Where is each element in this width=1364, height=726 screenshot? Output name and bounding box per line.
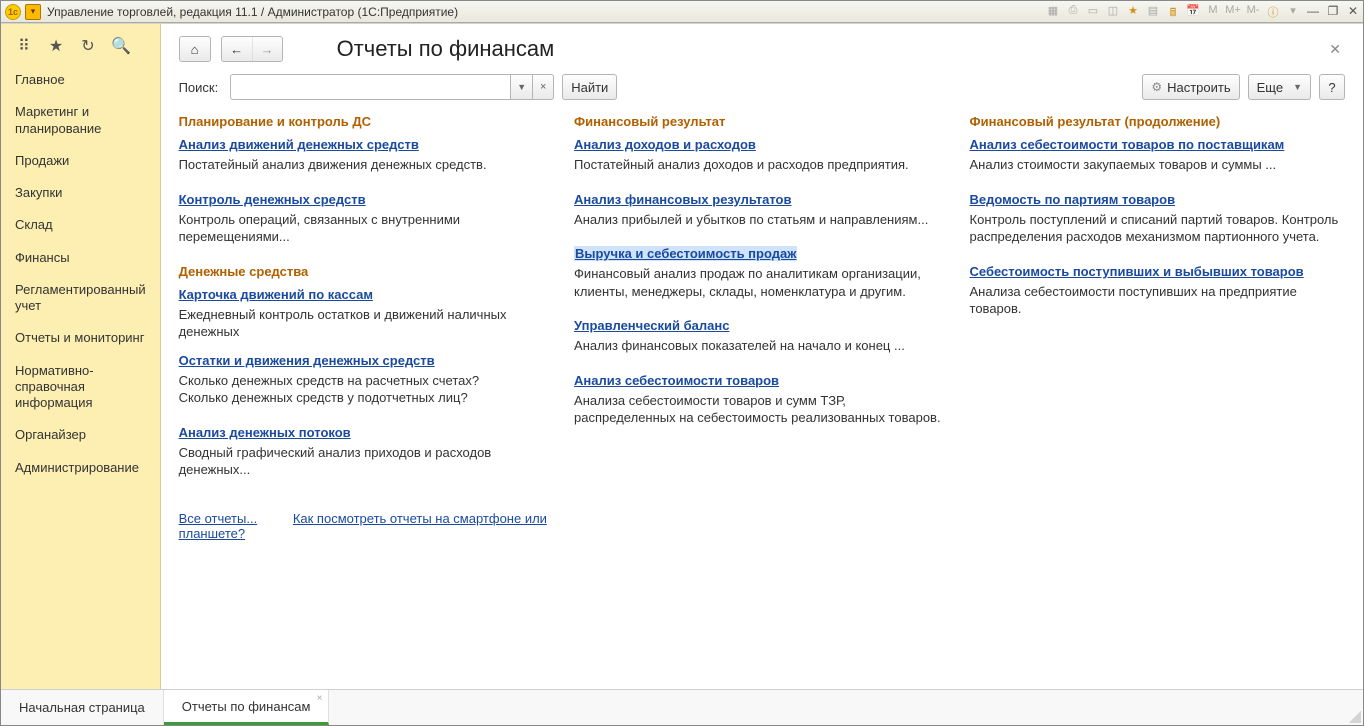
chevron-down-icon: ▼ [1293, 82, 1302, 92]
calc-icon[interactable]: 🖩 [1164, 4, 1182, 20]
app-menu-dropdown[interactable]: ▾ [25, 4, 41, 20]
sidebar-item-admin[interactable]: Администрирование [1, 452, 160, 484]
section-title: Денежные средства [179, 264, 554, 279]
maximize-button[interactable]: ❐ [1323, 4, 1343, 20]
report-link[interactable]: Анализ финансовых результатов [574, 192, 791, 207]
column-3: Финансовый результат (продолжение) Анали… [970, 112, 1345, 336]
section-title: Планирование и контроль ДС [179, 114, 554, 129]
m-icon[interactable]: M [1204, 4, 1222, 20]
sidebar-item-organizer[interactable]: Органайзер [1, 419, 160, 451]
tab-close-icon[interactable]: × [317, 693, 323, 704]
sidebar: ⠿ ★ ↻ 🔍 Главное Маркетинг и планирование… [1, 24, 161, 689]
tab-bar: Начальная страница Отчеты по финансам × [1, 689, 1363, 725]
sidebar-item-warehouse[interactable]: Склад [1, 209, 160, 241]
report-link[interactable]: Карточка движений по кассам [179, 287, 373, 302]
m-plus-icon[interactable]: M+ [1224, 4, 1242, 20]
favorites-icon[interactable]: ★ [47, 36, 65, 54]
report-desc: Ежедневный контроль остатков и движений … [179, 306, 554, 341]
tool-icon-print[interactable]: ⎙ [1064, 4, 1082, 20]
report-desc: Сколько денежных средств на расчетных сч… [179, 372, 554, 407]
report-link[interactable]: Контроль денежных средств [179, 192, 366, 207]
search-combo: ▼ × [230, 74, 554, 100]
search-icon[interactable]: 🔍 [111, 36, 129, 54]
app-icon: 1c [5, 4, 21, 20]
report-desc: Анализ прибылей и убытков по статьям и н… [574, 211, 949, 229]
sidebar-item-main[interactable]: Главное [1, 64, 160, 96]
sidebar-item-reference[interactable]: Нормативно-справочная информация [1, 355, 160, 420]
report-link[interactable]: Остатки и движения денежных средств [179, 353, 435, 368]
configure-label: Настроить [1167, 80, 1231, 95]
tab-start[interactable]: Начальная страница [1, 690, 164, 725]
all-reports-link[interactable]: Все отчеты... [179, 511, 258, 526]
section-title: Финансовый результат (продолжение) [970, 114, 1345, 129]
report-desc: Постатейный анализ доходов и расходов пр… [574, 156, 949, 174]
help-button[interactable]: ? [1319, 74, 1345, 100]
report-link[interactable]: Себестоимость поступивших и выбывших тов… [970, 264, 1304, 279]
panel-close-button[interactable]: ✕ [1325, 37, 1345, 62]
history-icon[interactable]: ↻ [79, 36, 97, 54]
titlebar: 1c ▾ Управление торговлей, редакция 11.1… [1, 1, 1363, 23]
search-dropdown-button[interactable]: ▼ [510, 74, 532, 100]
home-button[interactable]: ⌂ [179, 36, 211, 62]
column-1: Планирование и контроль ДС Анализ движен… [179, 112, 554, 541]
report-link[interactable]: Управленческий баланс [574, 318, 729, 333]
search-input[interactable] [230, 74, 510, 100]
main-panel: ⌂ ← → Отчеты по финансам ✕ Поиск: ▼ × На… [161, 24, 1363, 689]
tab-label: Отчеты по финансам [182, 699, 311, 714]
info-icon[interactable]: ⓘ [1264, 4, 1282, 20]
back-button[interactable]: ← [222, 37, 252, 61]
report-desc: Контроль операций, связанных с внутренни… [179, 211, 554, 246]
report-link[interactable]: Анализ себестоимости товаров по поставщи… [970, 137, 1285, 152]
info-dd-icon[interactable]: ▾ [1284, 4, 1302, 20]
nav-group: ← → [221, 36, 283, 62]
report-desc: Анализ финансовых показателей на начало … [574, 337, 949, 355]
more-button[interactable]: Еще ▼ [1248, 74, 1311, 100]
report-link-highlighted[interactable]: Выручка и себестоимость продаж [574, 246, 797, 261]
star-icon[interactable]: ★ [1124, 4, 1142, 20]
configure-button[interactable]: ⚙ Настроить [1142, 74, 1239, 100]
tab-finance-reports[interactable]: Отчеты по финансам × [164, 690, 330, 725]
forward-button[interactable]: → [252, 37, 282, 61]
sidebar-item-marketing[interactable]: Маркетинг и планирование [1, 96, 160, 145]
apps-icon[interactable]: ⠿ [15, 36, 33, 54]
section-title: Финансовый результат [574, 114, 949, 129]
search-label: Поиск: [179, 80, 219, 95]
sidebar-item-sales[interactable]: Продажи [1, 145, 160, 177]
report-desc: Финансовый анализ продаж по аналитикам о… [574, 265, 949, 300]
sidebar-item-regulated[interactable]: Регламентированный учет [1, 274, 160, 323]
report-desc: Контроль поступлений и списаний партий т… [970, 211, 1345, 246]
tool-icon-link[interactable]: ▤ [1144, 4, 1162, 20]
report-link[interactable]: Анализ доходов и расходов [574, 137, 756, 152]
column-2: Финансовый результат Анализ доходов и ра… [574, 112, 949, 445]
report-link[interactable]: Ведомость по партиям товаров [970, 192, 1176, 207]
report-desc: Анализа себестоимости поступивших на пре… [970, 283, 1345, 318]
window-title: Управление торговлей, редакция 11.1 / Ад… [47, 5, 458, 19]
report-link[interactable]: Анализ себестоимости товаров [574, 373, 779, 388]
tool-icon-compare[interactable]: ◫ [1104, 4, 1122, 20]
sidebar-item-reports[interactable]: Отчеты и мониторинг [1, 322, 160, 354]
search-clear-button[interactable]: × [532, 74, 554, 100]
tool-icon-doc[interactable]: ▭ [1084, 4, 1102, 20]
close-button[interactable]: ✕ [1343, 4, 1363, 20]
find-button[interactable]: Найти [562, 74, 617, 100]
resize-handle[interactable] [1349, 711, 1361, 723]
report-link[interactable]: Анализ движений денежных средств [179, 137, 419, 152]
more-label: Еще [1257, 80, 1283, 95]
report-desc: Анализ стоимости закупаемых товаров и су… [970, 156, 1345, 174]
report-desc: Анализа себестоимости товаров и сумм ТЗР… [574, 392, 949, 427]
sidebar-item-purchases[interactable]: Закупки [1, 177, 160, 209]
home-icon: ⌂ [191, 42, 199, 57]
report-desc: Постатейный анализ движения денежных сре… [179, 156, 554, 174]
page-title: Отчеты по финансам [337, 36, 555, 62]
tab-label: Начальная страница [19, 700, 145, 715]
m-minus-icon[interactable]: M- [1244, 4, 1262, 20]
report-desc: Сводный графический анализ приходов и ра… [179, 444, 554, 479]
tool-icon-1[interactable]: ▦ [1044, 4, 1062, 20]
calendar-icon[interactable]: 📅 [1184, 4, 1202, 20]
gear-icon: ⚙ [1151, 80, 1162, 94]
minimize-button[interactable]: — [1303, 4, 1323, 20]
sidebar-item-finance[interactable]: Финансы [1, 242, 160, 274]
report-link[interactable]: Анализ денежных потоков [179, 425, 351, 440]
